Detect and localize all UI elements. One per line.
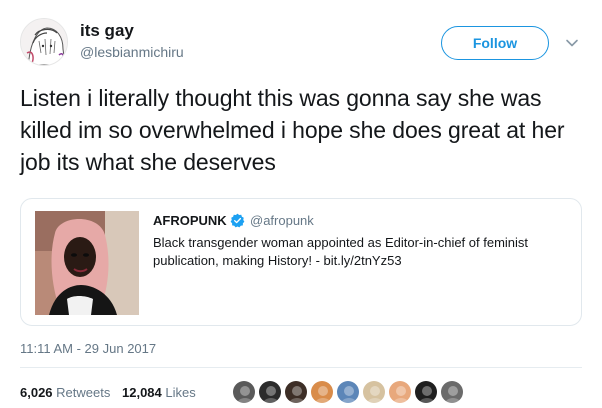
likes-count: 12,084 (122, 385, 162, 400)
portrait-photo-icon (35, 211, 139, 315)
likes-label: Likes (165, 385, 196, 400)
retweets-stat[interactable]: 6,026 Retweets (20, 385, 110, 401)
tweet-timestamp[interactable]: 11:11 AM - 29 Jun 2017 (20, 341, 156, 356)
liker-avatar-3-icon[interactable] (284, 380, 308, 404)
follow-button[interactable]: Follow (441, 26, 549, 60)
liker-avatar-7-icon[interactable] (388, 380, 412, 404)
liker-avatar-6-icon[interactable] (362, 380, 386, 404)
quoted-author-handle: @afropunk (250, 213, 314, 228)
liker-avatar-1-icon[interactable] (232, 380, 256, 404)
liker-avatar-5-icon[interactable] (336, 380, 360, 404)
author-name[interactable]: its gay (80, 21, 134, 41)
retweets-label: Retweets (56, 385, 111, 400)
anime-sketch-avatar-icon (21, 19, 67, 65)
quoted-tweet-text: Black transgender woman appointed as Edi… (153, 235, 529, 268)
liker-avatar-8-icon[interactable] (414, 380, 438, 404)
liker-avatar-4-icon[interactable] (310, 380, 334, 404)
quoted-author-name: AFROPUNK (153, 213, 227, 228)
quoted-tweet-card[interactable]: AFROPUNK @afropunk Black transgender wom… (20, 198, 582, 326)
likes-stat[interactable]: 12,084 Likes (122, 385, 196, 401)
author-handle[interactable]: @lesbianmichiru (80, 43, 184, 61)
liker-avatar-9-icon[interactable] (440, 380, 464, 404)
chevron-down-icon[interactable] (565, 36, 579, 50)
stats-divider (20, 367, 582, 368)
tweet-header: its gay @lesbianmichiru Follow (0, 0, 602, 80)
likers-avatar-row (232, 380, 492, 406)
tweet-stats: 6,026 Retweets 12,084 Likes (20, 385, 204, 401)
tweet-text: Listen i literally thought this was gonn… (20, 85, 565, 175)
retweets-count: 6,026 (20, 385, 53, 400)
author-avatar[interactable] (20, 18, 68, 66)
liker-avatar-2-icon[interactable] (258, 380, 282, 404)
verified-badge-icon (230, 213, 245, 228)
